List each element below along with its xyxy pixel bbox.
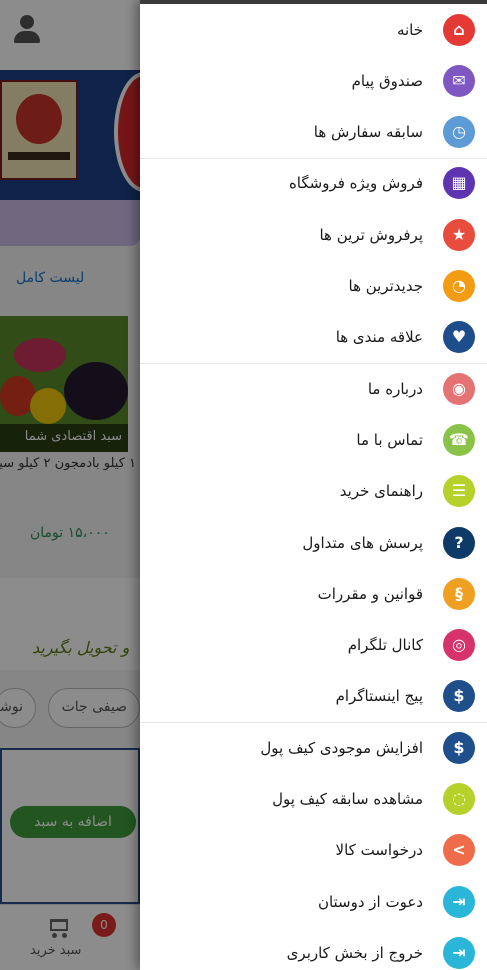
message-icon: ✉ xyxy=(443,64,475,97)
menu-item-wallet-history[interactable]: ◌ مشاهده سابقه کیف پول xyxy=(140,774,487,825)
menu-item-label: راهنمای خرید xyxy=(339,482,423,501)
instagram-icon-glyph: $ xyxy=(453,686,465,706)
menu-item-label: افزایش موجودی کیف پول xyxy=(260,738,423,757)
navigation-drawer: ⌂ خانه ✉ صندوق پیام ◷ سابقه سفارش ها ▦ فروش ویژ… xyxy=(140,0,487,970)
faq-icon-glyph: ? xyxy=(454,532,464,552)
newest-icon: ◔ xyxy=(443,270,475,302)
menu-item-heart[interactable]: ♥ علاقه مندی ها xyxy=(140,312,487,363)
about-icon: ◉ xyxy=(443,372,475,405)
wallet-topup-icon-glyph: $ xyxy=(453,737,465,757)
request-icon-glyph: < xyxy=(452,840,466,860)
order-history-icon: ◷ xyxy=(443,116,475,149)
invite-icon: ⇥ xyxy=(443,885,475,918)
guide-icon-glyph: ☰ xyxy=(451,481,467,501)
order-history-icon-glyph: ◷ xyxy=(452,122,466,142)
bestseller-icon: ★ xyxy=(443,218,475,251)
menu-item-bestseller[interactable]: ★ پرفروش ترین ها xyxy=(140,209,487,260)
phone-icon: ☎ xyxy=(443,423,475,456)
menu-item-label: درباره ما xyxy=(367,379,423,398)
menu-item-message[interactable]: ✉ صندوق پیام xyxy=(140,55,487,106)
phone-icon-glyph: ☎ xyxy=(449,429,469,449)
menu-item-label: فروش ویژه فروشگاه xyxy=(288,174,423,193)
menu-item-label: پرسش های متداول xyxy=(302,533,423,552)
bestseller-icon-glyph: ★ xyxy=(451,224,467,244)
guide-icon: ☰ xyxy=(443,475,475,508)
logout-icon: ⇥ xyxy=(443,936,475,969)
menu-item-label: کانال تلگرام xyxy=(347,636,423,655)
menu-item-label: علاقه مندی ها xyxy=(335,328,423,347)
menu-item-label: دعوت از دوستان xyxy=(317,892,423,911)
menu-item-newest[interactable]: ◔ جدیدترین ها xyxy=(140,261,487,312)
menu-item-rules[interactable]: § قوانین و مقررات xyxy=(140,568,487,619)
heart-icon-glyph: ♥ xyxy=(451,327,467,347)
menu-item-logout[interactable]: ⇥ خروج از بخش کاربری xyxy=(140,927,487,970)
menu-item-guide[interactable]: ☰ راهنمای خرید xyxy=(140,466,487,517)
wallet-topup-icon: $ xyxy=(443,731,475,764)
telegram-icon-glyph: ◎ xyxy=(452,635,466,655)
menu-item-label: پیج اینستاگرام xyxy=(335,687,423,706)
wallet-history-icon-glyph: ◌ xyxy=(452,789,466,808)
instagram-icon: $ xyxy=(443,680,475,713)
menu-item-telegram[interactable]: ◎ کانال تلگرام xyxy=(140,620,487,671)
home-icon-glyph: ⌂ xyxy=(453,19,465,39)
menu-item-store[interactable]: ▦ فروش ویژه فروشگاه xyxy=(140,158,487,209)
menu-item-label: خروج از بخش کاربری xyxy=(286,943,423,962)
invite-icon-glyph: ⇥ xyxy=(452,891,466,911)
telegram-icon: ◎ xyxy=(443,629,475,662)
message-icon-glyph: ✉ xyxy=(452,70,466,90)
menu-item-label: مشاهده سابقه کیف پول xyxy=(272,790,423,808)
menu-item-label: صندوق پیام xyxy=(351,71,423,90)
menu-item-label: درخواست کالا xyxy=(335,841,423,860)
about-icon-glyph: ◉ xyxy=(452,378,466,398)
menu-item-order-history[interactable]: ◷ سابقه سفارش ها xyxy=(140,107,487,158)
menu-item-label: سابقه سفارش ها xyxy=(313,123,423,142)
wallet-history-icon: ◌ xyxy=(443,783,475,815)
menu-item-wallet-topup[interactable]: $ افزایش موجودی کیف پول xyxy=(140,722,487,773)
store-icon-glyph: ▦ xyxy=(451,173,467,193)
menu-item-home[interactable]: ⌂ خانه xyxy=(140,4,487,55)
menu-item-phone[interactable]: ☎ تماس با ما xyxy=(140,414,487,465)
menu-item-faq[interactable]: ? پرسش های متداول xyxy=(140,517,487,568)
rules-icon-glyph: § xyxy=(455,583,463,603)
menu-item-instagram[interactable]: $ پیج اینستاگرام xyxy=(140,671,487,722)
menu-item-label: خانه xyxy=(396,20,423,39)
newest-icon-glyph: ◔ xyxy=(452,276,466,295)
heart-icon: ♥ xyxy=(443,321,475,354)
menu-item-invite[interactable]: ⇥ دعوت از دوستان xyxy=(140,876,487,927)
store-icon: ▦ xyxy=(443,167,475,200)
faq-icon: ? xyxy=(443,526,475,559)
menu-item-label: پرفروش ترین ها xyxy=(319,225,423,244)
home-icon: ⌂ xyxy=(443,13,475,46)
menu-item-label: قوانین و مقررات xyxy=(317,584,423,603)
rules-icon: § xyxy=(443,577,475,610)
menu-item-label: تماس با ما xyxy=(356,430,423,449)
request-icon: < xyxy=(443,834,475,867)
drawer-scrim[interactable] xyxy=(0,0,140,970)
menu-item-about[interactable]: ◉ درباره ما xyxy=(140,363,487,414)
menu-item-request[interactable]: < درخواست کالا xyxy=(140,825,487,876)
logout-icon-glyph: ⇥ xyxy=(452,942,466,962)
menu-item-label: جدیدترین ها xyxy=(348,277,424,295)
